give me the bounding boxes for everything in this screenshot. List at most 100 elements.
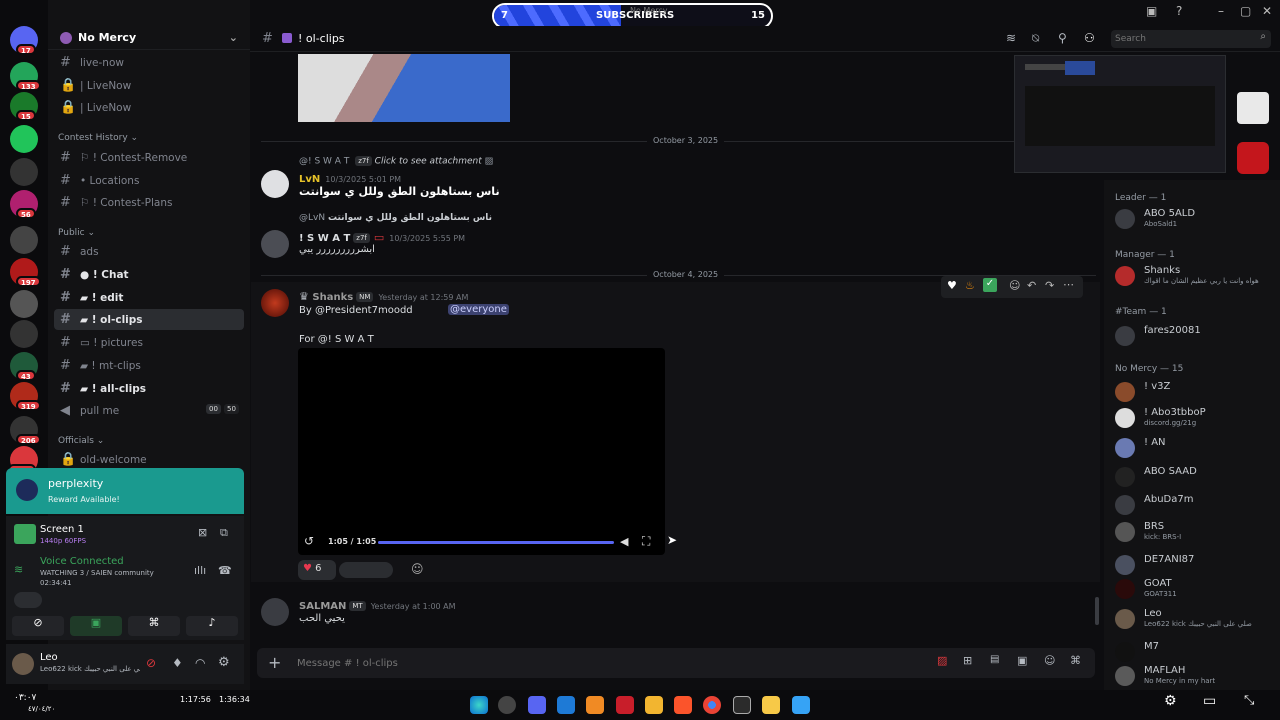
member-item[interactable]: ABO SAAD bbox=[1115, 466, 1275, 488]
author-name[interactable]: LvN bbox=[299, 174, 320, 185]
channel-item[interactable]: # • Locations bbox=[54, 170, 244, 191]
server-icon[interactable] bbox=[10, 290, 38, 318]
channel-item[interactable]: # ● ! Chat bbox=[54, 264, 244, 285]
soundboard-button[interactable]: ♪ bbox=[186, 616, 238, 636]
chevron-down-icon[interactable]: ⌄ bbox=[229, 31, 238, 44]
member-item[interactable]: BRS kick: BRS-I bbox=[1115, 521, 1275, 543]
video-player[interactable]: ↺ 1:05 / 1:05 ◀ ⛶ bbox=[298, 348, 665, 555]
add-reaction-icon[interactable]: ☺ bbox=[411, 562, 424, 576]
microphone-icon[interactable]: ♦ bbox=[172, 656, 183, 670]
avatar[interactable] bbox=[261, 598, 289, 626]
avatar[interactable] bbox=[261, 170, 289, 198]
server-icon[interactable] bbox=[10, 158, 38, 186]
members-icon[interactable]: ⚇ bbox=[1084, 31, 1095, 45]
stop-stream-icon[interactable]: ⊠ bbox=[198, 526, 207, 539]
mute-bell-icon[interactable]: ⍉ bbox=[1032, 31, 1039, 46]
gift-icon[interactable]: ⊞ bbox=[963, 654, 972, 667]
fire-reaction-icon[interactable]: ♨ bbox=[965, 279, 975, 292]
popout-icon[interactable]: ⧉ bbox=[220, 526, 228, 540]
collapse-icon[interactable]: ⤡ bbox=[1244, 693, 1254, 708]
screen-share-button[interactable]: ▣ bbox=[70, 616, 122, 636]
edge-icon[interactable] bbox=[470, 696, 488, 714]
minimize-button[interactable]: – bbox=[1218, 4, 1224, 18]
settings-icon[interactable]: ⚙ bbox=[218, 655, 230, 670]
store-icon[interactable] bbox=[733, 696, 751, 714]
search-input[interactable] bbox=[1115, 32, 1245, 46]
settings-icon[interactable]: ⚙ bbox=[1164, 693, 1177, 709]
category-header[interactable]: Public ⌄ bbox=[58, 228, 95, 238]
camera-button[interactable]: ⊘ bbox=[12, 616, 64, 636]
app-icon[interactable] bbox=[557, 696, 575, 714]
noise-icon[interactable]: ıllı bbox=[194, 564, 206, 577]
category-header[interactable]: Officials ⌄ bbox=[58, 436, 104, 446]
channel-item[interactable]: # ⚐ ! Contest-Plans bbox=[54, 192, 244, 213]
member-item[interactable]: ! AN bbox=[1115, 437, 1275, 459]
app-icon[interactable] bbox=[586, 696, 604, 714]
member-item[interactable]: MAFLAH No Mercy in my hart bbox=[1115, 665, 1275, 687]
channel-item[interactable]: 🔒 | LiveNow bbox=[54, 75, 244, 96]
avatar[interactable] bbox=[261, 289, 289, 317]
scrollbar-thumb[interactable] bbox=[1095, 597, 1099, 625]
server-icon[interactable] bbox=[10, 125, 38, 153]
deafen-stream-icon[interactable]: ⊘ bbox=[146, 656, 156, 670]
channel-item[interactable]: # ▰ ! mt-clips bbox=[54, 355, 244, 376]
channel-item[interactable]: # ads bbox=[54, 241, 244, 262]
member-item[interactable]: ! v3Z bbox=[1115, 381, 1275, 403]
video-progress[interactable] bbox=[378, 541, 614, 544]
check-reaction-icon[interactable]: ✓ bbox=[983, 278, 997, 292]
reward-popup[interactable]: perplexity Reward Available! bbox=[6, 468, 244, 514]
sticker-icon[interactable]: ▣ bbox=[1017, 654, 1027, 667]
activity-button[interactable]: ⌘ bbox=[128, 616, 180, 636]
channel-item[interactable]: # live-now bbox=[54, 52, 244, 73]
reply-preview[interactable]: @LvN ناس بستاهلون الطق وللل ي سوانتت bbox=[299, 213, 492, 223]
channel-item[interactable]: 🔒 old-welcome bbox=[54, 449, 244, 470]
member-item[interactable]: fares20081 bbox=[1115, 325, 1275, 347]
channel-item[interactable]: ◀ pull me 00 50 bbox=[54, 400, 244, 421]
maximize-button[interactable]: ▢ bbox=[1240, 4, 1251, 18]
nitro-icon[interactable]: ▨ bbox=[937, 654, 947, 667]
disconnect-icon[interactable]: ☎ bbox=[218, 564, 232, 577]
chrome-icon[interactable] bbox=[703, 696, 721, 714]
author-name[interactable]: ! S W A T bbox=[299, 233, 350, 244]
close-button[interactable]: ✕ bbox=[1262, 4, 1272, 18]
member-item[interactable]: Leo Leo622 kick صلي على النبي حبيبك bbox=[1115, 608, 1275, 630]
category-header[interactable]: Contest History ⌄ bbox=[58, 133, 138, 143]
app-icon[interactable] bbox=[645, 696, 663, 714]
add-reaction-icon[interactable]: ☺ bbox=[1009, 279, 1020, 292]
brave-icon[interactable] bbox=[674, 696, 692, 714]
folder-icon[interactable] bbox=[762, 696, 780, 714]
headphones-icon[interactable]: ◠ bbox=[195, 656, 205, 670]
screen-preview[interactable] bbox=[1014, 55, 1226, 173]
add-attachment-button[interactable]: + bbox=[268, 653, 281, 672]
member-item[interactable]: GOAT GOAT311 bbox=[1115, 578, 1275, 600]
volume-icon[interactable]: ◀ bbox=[620, 535, 628, 548]
username[interactable]: Leo bbox=[40, 652, 58, 663]
channel-item[interactable]: # ▭ ! pictures bbox=[54, 332, 244, 353]
member-item[interactable]: ! Abo3tbboP discord.gg/21g bbox=[1115, 407, 1275, 429]
pin-icon[interactable]: ⚲ bbox=[1058, 31, 1067, 45]
avatar[interactable] bbox=[261, 230, 289, 258]
search-box[interactable]: ⌕ bbox=[1111, 30, 1271, 48]
voice-status[interactable]: Voice Connected bbox=[40, 556, 124, 567]
member-item[interactable]: Shanks هواه وانت يا ربي عظيم الشان ما اقو… bbox=[1115, 265, 1275, 287]
apps-icon[interactable]: ⌘ bbox=[1070, 654, 1081, 667]
reply-icon[interactable]: ↶ bbox=[1027, 279, 1036, 292]
member-item[interactable]: DE7ANI87 bbox=[1115, 554, 1275, 576]
reactor-avatars[interactable] bbox=[339, 562, 393, 578]
threads-icon[interactable]: ≋ bbox=[1006, 31, 1016, 45]
server-header[interactable]: No Mercy ⌄ bbox=[48, 26, 250, 50]
author-name[interactable]: SALMAN bbox=[299, 601, 346, 612]
fullscreen-icon[interactable]: ⛶ bbox=[642, 534, 650, 549]
app-icon[interactable] bbox=[616, 696, 634, 714]
channel-item[interactable]: 🔒 | LiveNow bbox=[54, 97, 244, 118]
author-name[interactable]: Shanks bbox=[312, 292, 353, 303]
member-item[interactable]: M7 bbox=[1115, 641, 1275, 663]
server-icon[interactable] bbox=[10, 226, 38, 254]
member-item[interactable]: AbuDa7m bbox=[1115, 494, 1275, 516]
server-icon[interactable] bbox=[10, 320, 38, 348]
message-input[interactable] bbox=[297, 655, 897, 671]
windows-icon[interactable] bbox=[792, 696, 810, 714]
mention-everyone[interactable]: @everyone bbox=[448, 304, 509, 315]
image-attachment[interactable] bbox=[298, 54, 510, 122]
replay-icon[interactable]: ↺ bbox=[304, 534, 314, 548]
